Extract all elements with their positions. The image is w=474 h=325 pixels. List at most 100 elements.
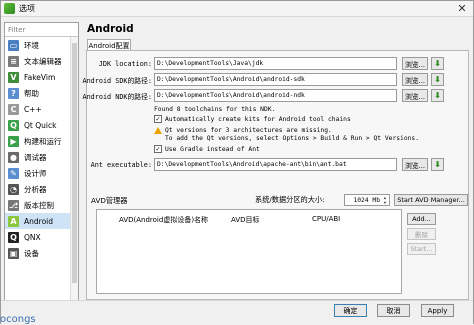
- page-title: Android: [87, 23, 134, 35]
- sdk-row: Android SDK的路径: D:\DevelopmentTools\Andr…: [83, 73, 470, 87]
- sidebar-item-analyzer[interactable]: ◔ 分析器: [5, 181, 78, 197]
- sidebar-item-label: 调试器: [24, 152, 47, 162]
- dialog-button-bar: 确定 取消 Apply: [1, 300, 473, 324]
- ndk-label: Android NDK的路径:: [82, 93, 153, 101]
- sdk-browse-button[interactable]: 浏览...: [402, 73, 428, 86]
- sidebar-item-label: 设备: [24, 248, 39, 258]
- sdk-label: Android SDK的路径:: [82, 77, 153, 85]
- sidebar-item-label: 版本控制: [24, 200, 54, 210]
- sidebar-item-label: 帮助: [24, 88, 39, 98]
- sidebar-item-monitor[interactable]: ▭ 环境: [5, 37, 78, 53]
- add-avd-button[interactable]: Add...: [407, 213, 436, 225]
- ant-row: Ant executable: D:\DevelopmentTools\Andr…: [87, 158, 470, 172]
- cpp-icon: C: [8, 103, 19, 115]
- sdcard-size-label: 系统/数据分区的大小:: [255, 195, 325, 204]
- category-sidebar: Filter ▭ 环境 ≡ 文本编辑器 V FakeVim? 帮助 C C++ Q Qt Quick…: [4, 22, 79, 305]
- ant-browse-button[interactable]: 浏览...: [402, 158, 428, 171]
- sidebar-item-designer[interactable]: ✎ 设计师: [5, 165, 78, 181]
- ant-download-button[interactable]: ⬇: [431, 158, 444, 171]
- checkbox-checked-icon: ✓: [154, 145, 162, 153]
- download-icon: ⬇: [434, 91, 441, 100]
- cancel-button[interactable]: 取消: [377, 304, 410, 317]
- column-cpu-abi: CPU/ABI: [312, 215, 341, 223]
- ok-button[interactable]: 确定: [334, 304, 367, 317]
- debugger-icon: ●: [8, 151, 19, 163]
- apply-button[interactable]: Apply: [421, 304, 454, 317]
- spin-arrows-icon[interactable]: ▲ ▼: [381, 195, 389, 205]
- sidebar-item-label: Qt Quick: [24, 120, 57, 130]
- devices-icon: ▣: [8, 247, 19, 259]
- gradle-label: Use Gradle instead of Ant: [165, 145, 260, 153]
- auto-kits-label: Automatically create kits for Android to…: [165, 115, 351, 123]
- start-avd-manager-button[interactable]: Start AVD Manager...: [394, 194, 468, 206]
- gradle-checkbox[interactable]: ✓ Use Gradle instead of Ant: [154, 144, 260, 154]
- qt-quick-icon: Q: [8, 119, 19, 131]
- sidebar-item-label: 构建和运行: [24, 136, 62, 146]
- jdk-browse-button[interactable]: 浏览...: [402, 57, 428, 70]
- sidebar-item-qnx[interactable]: Q QNX: [5, 229, 78, 245]
- sidebar-item-label: C++: [24, 104, 42, 114]
- jdk-row: JDK location: D:\DevelopmentTools\Java\j…: [87, 57, 470, 71]
- version-control-icon: ⎇: [8, 199, 19, 211]
- sidebar-item-fakevim[interactable]: V FakeVim: [5, 69, 78, 85]
- sidebar-item-android[interactable]: A Android: [5, 213, 78, 229]
- background-text-fragment: ocongs: [0, 314, 36, 325]
- title-bar: 选项 ✕: [1, 1, 473, 17]
- window-title: 选项: [19, 4, 35, 13]
- sidebar-item-devices[interactable]: ▣ 设备: [5, 245, 78, 261]
- sdcard-size-spinbox[interactable]: 1024 Mb ▲ ▼: [344, 194, 390, 206]
- android-icon: A: [8, 215, 19, 227]
- sidebar-item-build-run[interactable]: ▶ 构建和运行: [5, 133, 78, 149]
- column-avd-target: AVD目标: [231, 216, 260, 224]
- sidebar-item-label: 设计师: [24, 168, 47, 178]
- ant-label: Ant executable:: [90, 161, 152, 169]
- jdk-location-field[interactable]: D:\DevelopmentTools\Java\jdk: [154, 57, 397, 70]
- sidebar-item-label: 文本编辑器: [24, 56, 62, 66]
- sidebar-item-label: QNX: [24, 232, 41, 242]
- build-run-icon: ▶: [8, 135, 19, 147]
- sidebar-item-label: 分析器: [24, 184, 47, 194]
- checkbox-checked-icon: ✓: [154, 115, 162, 123]
- sidebar-item-text-editor[interactable]: ≡ 文本编辑器: [5, 53, 78, 69]
- filter-input[interactable]: Filter: [5, 23, 78, 37]
- remove-avd-button[interactable]: 删除: [407, 228, 436, 240]
- analyzer-icon: ◔: [8, 183, 19, 195]
- start-avd-button[interactable]: Start...: [407, 243, 436, 255]
- sdcard-size-value: 1024 Mb: [353, 196, 380, 204]
- sidebar-scrollbar[interactable]: [70, 37, 78, 305]
- jdk-label: JDK location:: [98, 60, 152, 68]
- column-avd-name: AVD(Android虚拟设备)名称: [119, 216, 209, 224]
- sidebar-item-help[interactable]: ? 帮助: [5, 85, 78, 101]
- download-icon: ⬇: [434, 160, 441, 169]
- sidebar-item-qt-quick[interactable]: Q Qt Quick: [5, 117, 78, 133]
- auto-kits-checkbox[interactable]: ✓ Automatically create kits for Android …: [154, 114, 351, 124]
- sidebar-item-version-control[interactable]: ⎇ 版本控制: [5, 197, 78, 213]
- options-dialog: 选项 ✕ Filter ▭ 环境 ≡ 文本编辑器 V FakeVim? 帮助 C C++ Q Qt …: [0, 0, 474, 324]
- android-settings-page: Android Android配置 JDK location: D:\Devel…: [83, 20, 471, 306]
- warning-line-2: To add the Qt versions, select Options >…: [165, 134, 420, 142]
- sdk-location-field[interactable]: D:\DevelopmentTools\Android\android-sdk: [154, 73, 397, 86]
- avd-table-header: AVD(Android虚拟设备)名称 AVD目标 CPU/ABI: [97, 215, 401, 225]
- avd-table[interactable]: AVD(Android虚拟设备)名称 AVD目标 CPU/ABI: [96, 209, 402, 294]
- sidebar-item-cpp[interactable]: C C++: [5, 101, 78, 117]
- download-icon: ⬇: [434, 75, 441, 84]
- ant-executable-field[interactable]: D:\DevelopmentTools\Android\apache-ant\b…: [154, 158, 397, 171]
- sidebar-item-label: Android: [24, 216, 53, 226]
- ndk-browse-button[interactable]: 浏览...: [402, 89, 428, 102]
- avd-manager-title: AVD管理器: [91, 196, 128, 205]
- qnx-icon: Q: [8, 231, 19, 243]
- text-editor-icon: ≡: [8, 55, 19, 67]
- close-icon[interactable]: ✕: [455, 2, 469, 15]
- ndk-download-button[interactable]: ⬇: [431, 89, 444, 102]
- jdk-download-button[interactable]: ⬇: [431, 57, 444, 70]
- sidebar-item-debugger[interactable]: ● 调试器: [5, 149, 78, 165]
- sdk-download-button[interactable]: ⬇: [431, 73, 444, 86]
- ndk-found-text: Found 8 toolchains for this NDK.: [154, 105, 276, 113]
- help-icon: ?: [8, 87, 19, 99]
- category-list: ▭ 环境 ≡ 文本编辑器 V FakeVim? 帮助 C C++ Q Qt Quick ▶ 构建和运行 ●…: [5, 37, 78, 261]
- monitor-icon: ▭: [8, 39, 19, 51]
- qt-creator-icon: [4, 3, 15, 14]
- ndk-location-field[interactable]: D:\DevelopmentTools\Android\android-ndk: [154, 89, 397, 102]
- fakevim-icon: V: [8, 71, 19, 83]
- sidebar-item-label: 环境: [24, 40, 39, 50]
